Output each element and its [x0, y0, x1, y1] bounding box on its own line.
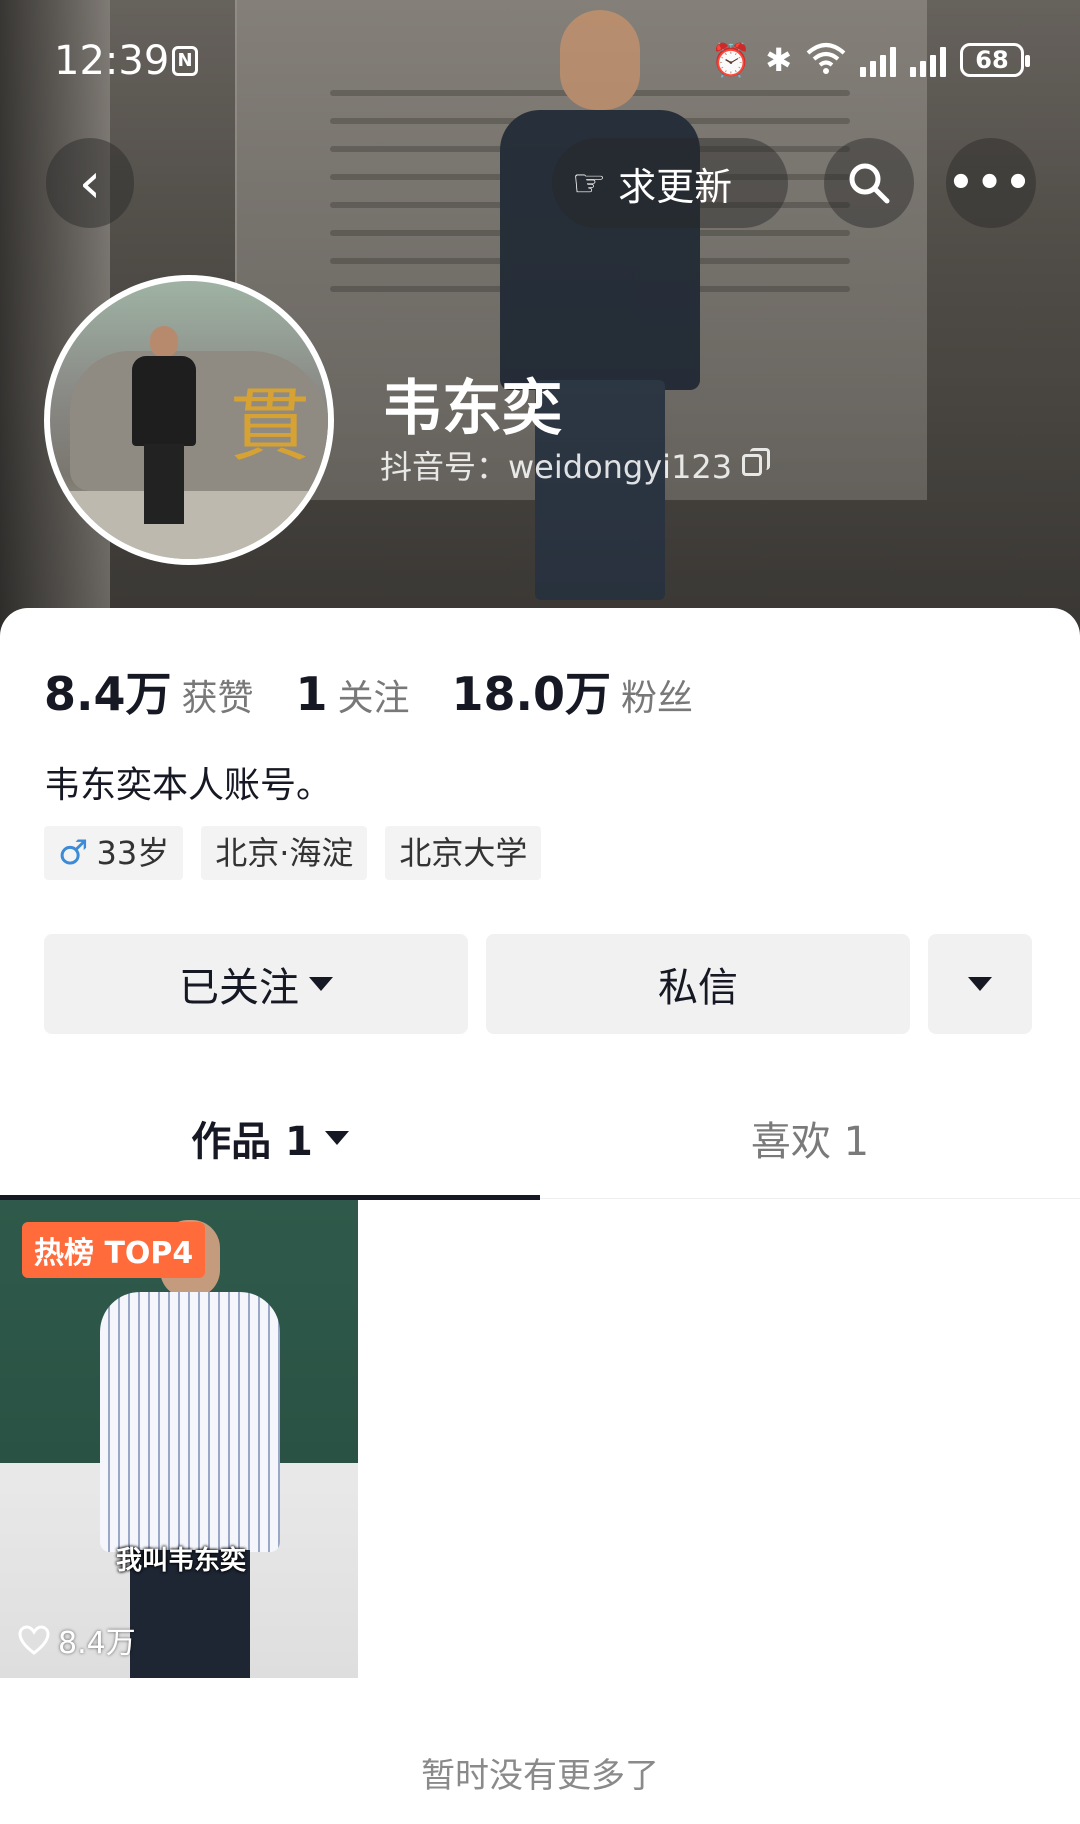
more-button[interactable]: •••	[946, 138, 1036, 228]
profile-tags: ♂ 33岁 北京·海淀 北京大学	[44, 826, 542, 880]
caret-down-icon	[324, 1131, 349, 1145]
tag-school[interactable]: 北京大学	[385, 826, 542, 880]
profile-username: 韦东奕	[382, 374, 562, 444]
douyin-id[interactable]: 抖音号：weidongyi123	[380, 442, 771, 488]
stat-likes[interactable]: 8.4万 获赞	[44, 658, 254, 724]
request-update-label: 求更新	[618, 164, 733, 209]
caret-down-icon	[968, 977, 992, 991]
caret-down-icon	[309, 977, 333, 991]
tab-likes[interactable]: 喜欢 1	[540, 1078, 1080, 1198]
no-more-text: 暂时没有更多了	[421, 1756, 659, 1796]
stat-following[interactable]: 1 关注	[296, 667, 410, 721]
video-likes: 8.4万	[18, 1618, 136, 1662]
douyin-id-text: 抖音号：weidongyi123	[380, 448, 733, 486]
hot-rank-badge: 热榜 TOP4	[22, 1222, 206, 1278]
tag-age: ♂ 33岁	[44, 826, 184, 880]
heart-icon	[18, 1625, 50, 1655]
followed-button[interactable]: 已关注	[44, 934, 468, 1034]
stat-followers-value: 18.0万	[451, 667, 612, 721]
nfc-icon: N	[172, 46, 198, 76]
male-icon: ♂	[58, 833, 89, 873]
followed-label: 已关注	[179, 965, 299, 1011]
tab-works[interactable]: 作品 1	[0, 1078, 540, 1200]
content-tabs: 作品 1 喜欢 1	[0, 1078, 1080, 1200]
message-label: 私信	[658, 965, 738, 1011]
status-bar: 12:39 N ⏰ ✱ 68	[0, 30, 1080, 90]
tag-age-label: 33岁	[96, 834, 170, 872]
profile-panel: 8.4万 获赞 1 关注 18.0万 粉丝 韦东奕本人账号。 ♂ 33岁 北京·…	[0, 608, 1080, 1824]
tag-location: 北京·海淀	[201, 826, 368, 880]
video-person	[100, 1220, 280, 1678]
bluetooth-icon: ✱	[765, 41, 792, 79]
wifi-icon	[806, 41, 846, 79]
stat-following-label: 关注	[337, 678, 410, 719]
profile-stats: 8.4万 获赞 1 关注 18.0万 粉丝	[44, 658, 735, 724]
pointing-hand-icon: ☞	[572, 161, 607, 205]
avatar[interactable]: 貫	[44, 275, 334, 565]
signal-icon	[860, 43, 896, 77]
search-button[interactable]	[824, 138, 914, 228]
back-button[interactable]: ‹	[46, 138, 134, 228]
profile-actions: 已关注 私信	[44, 934, 1032, 1034]
stat-likes-label: 获赞	[181, 678, 254, 719]
video-thumbnail[interactable]: 热榜 TOP4 我叫韦东奕 8.4万	[0, 1200, 358, 1678]
more-actions-button[interactable]	[928, 934, 1032, 1034]
tab-works-label: 作品 1	[191, 1119, 313, 1165]
video-caption: 我叫韦东奕	[116, 1546, 247, 1576]
search-icon	[849, 163, 890, 204]
tag-school-label: 北京大学	[399, 834, 528, 872]
avatar-rock-glyph: 貫	[230, 379, 310, 472]
request-update-button[interactable]: ☞ 求更新	[552, 138, 788, 228]
tag-location-label: 北京·海淀	[215, 834, 354, 872]
alarm-icon: ⏰	[711, 41, 752, 79]
stat-followers[interactable]: 18.0万 粉丝	[452, 658, 694, 724]
stat-followers-label: 粉丝	[621, 678, 694, 719]
battery-icon: 68	[960, 43, 1030, 77]
copy-icon[interactable]	[742, 448, 771, 476]
stat-likes-value: 8.4万	[44, 667, 172, 721]
signal-icon-2	[910, 43, 946, 77]
status-time: 12:39	[54, 38, 170, 84]
message-button[interactable]: 私信	[486, 934, 910, 1034]
chevron-left-icon: ‹	[78, 150, 102, 216]
tab-likes-label: 喜欢 1	[750, 1119, 870, 1165]
profile-bio: 韦东奕本人账号。	[44, 765, 333, 806]
stat-following-value: 1	[295, 667, 328, 721]
more-dots-icon: •••	[948, 160, 1034, 206]
video-likes-count: 8.4万	[58, 1626, 136, 1661]
